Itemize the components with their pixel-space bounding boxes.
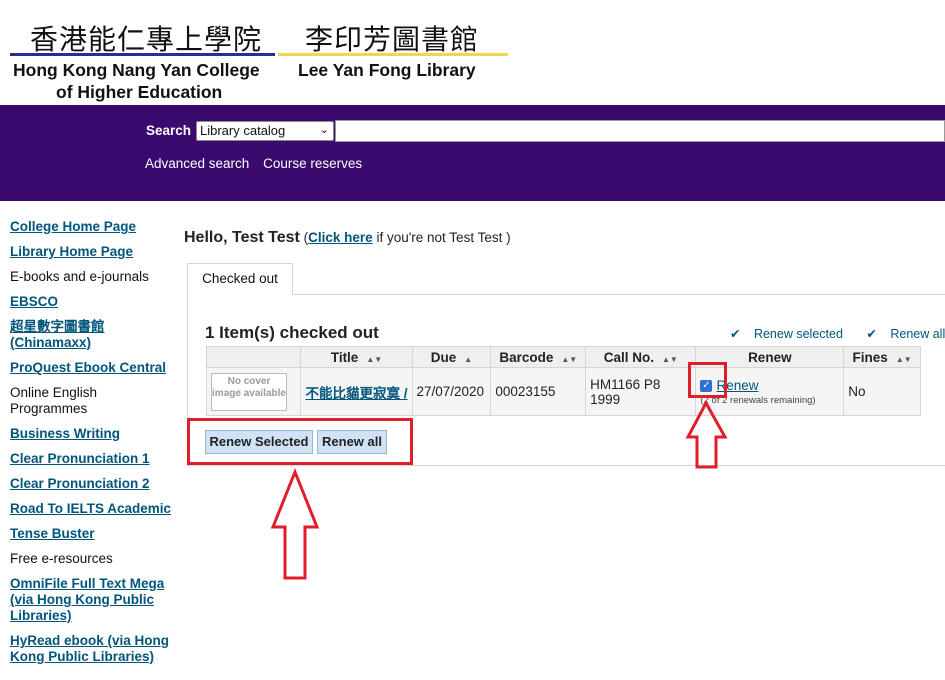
up-arrow-icon	[270, 399, 728, 580]
tab-checked-out[interactable]: Checked out	[187, 263, 293, 295]
